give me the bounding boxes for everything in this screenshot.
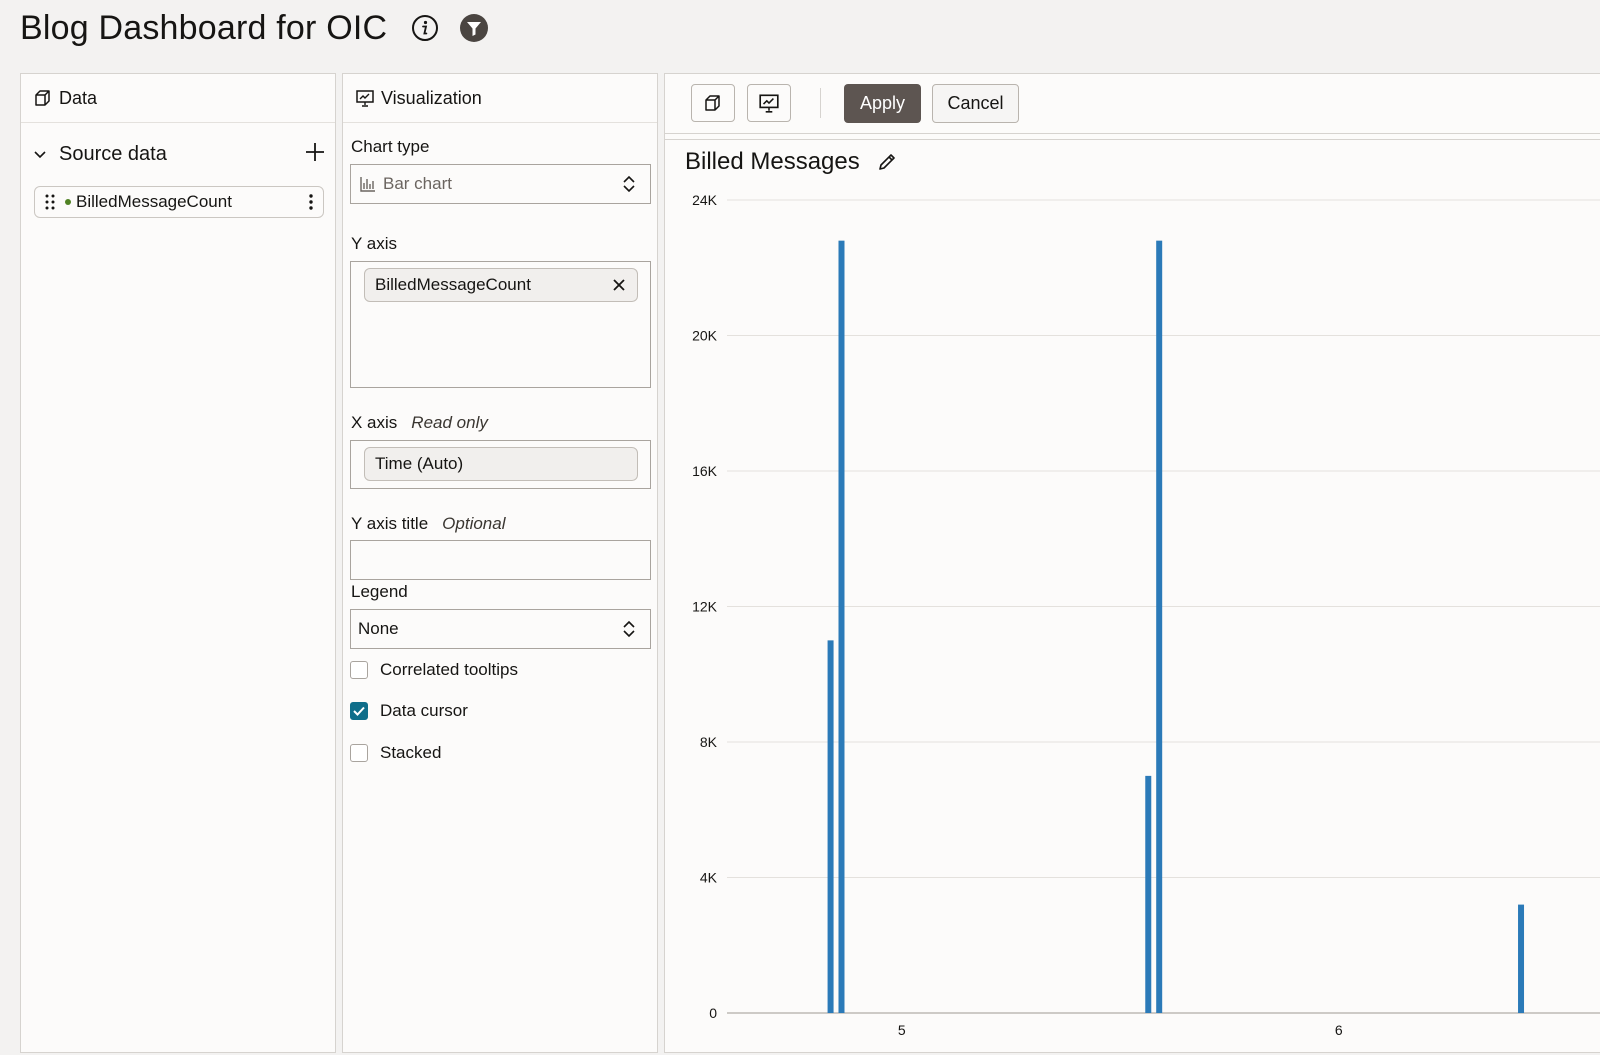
info-icon[interactable] — [411, 14, 439, 42]
chart-area: 0 4K 8K 12K 16K 20K 24K 5 6 Billed Messages — [665, 139, 1600, 1055]
drag-handle-icon[interactable] — [41, 192, 59, 212]
presentation-chart-icon — [759, 94, 779, 113]
y-axis-label: Y axis — [351, 234, 397, 253]
data-panel-header: Data — [21, 74, 335, 123]
pencil-icon[interactable] — [876, 151, 898, 173]
chart-title: Billed Messages — [685, 148, 860, 175]
x-axis-label-text: X axis — [351, 413, 398, 432]
x-axis-field-value: Time (Auto) — [375, 454, 464, 473]
y-tick-label: 24K — [692, 192, 718, 208]
bar — [1145, 775, 1152, 1013]
y-axis-title-label: Y axis title Optional — [351, 514, 506, 534]
visualization-panel-title: Visualization — [381, 87, 482, 108]
legend-value: None — [358, 619, 399, 638]
presentation-chart-icon — [355, 88, 375, 108]
chart-type-select[interactable]: Bar chart — [350, 164, 651, 204]
legend-label: Legend — [351, 582, 408, 601]
stacked-option[interactable]: Stacked — [350, 743, 441, 763]
x-tick-label: 6 — [1335, 1022, 1343, 1038]
more-options-icon[interactable] — [303, 192, 319, 212]
data-panel: Data Source data BilledMessageCount — [20, 73, 336, 1053]
bar-chart: 0 4K 8K 12K 16K 20K 24K 5 6 — [692, 192, 1600, 1038]
page-title: Blog Dashboard for OIC — [20, 8, 388, 47]
bar — [838, 240, 845, 1013]
y-axis-field-chip[interactable]: BilledMessageCount — [364, 268, 638, 302]
chart-preview-panel: Apply Cancel 0 4K 8K 12K 16K 20K 24K 5 6 Billed … — [664, 73, 1600, 1053]
y-axis-title-input[interactable] — [350, 540, 651, 580]
data-cursor-checkbox[interactable] — [350, 702, 368, 720]
chart-toolbar: Apply Cancel — [665, 74, 1600, 134]
chart-type-label: Chart type — [351, 137, 430, 156]
stacked-label: Stacked — [380, 743, 442, 762]
bar-chart-icon — [359, 175, 377, 193]
chart-type-value: Bar chart — [383, 174, 452, 193]
x-tick-label: 5 — [898, 1022, 906, 1038]
y-tick-label: 8K — [700, 734, 718, 750]
data-cursor-label: Data cursor — [380, 701, 468, 720]
bar — [827, 640, 834, 1013]
close-icon[interactable] — [611, 277, 627, 293]
visualization-view-button[interactable] — [747, 84, 791, 122]
field-status-dot — [65, 199, 71, 205]
y-tick-label: 16K — [692, 463, 718, 479]
field-billed-message-count[interactable]: BilledMessageCount — [34, 186, 324, 218]
data-view-button[interactable] — [691, 84, 735, 122]
visualization-panel: Visualization Chart type Bar chart Y axi… — [342, 73, 658, 1053]
correlated-tooltips-checkbox[interactable] — [350, 661, 368, 679]
cube-icon — [33, 88, 53, 108]
y-tick-label: 0 — [709, 1005, 717, 1021]
page-header: Blog Dashboard for OIC — [0, 0, 1600, 56]
bar — [1156, 240, 1163, 1013]
x-axis-field: Time (Auto) — [350, 440, 651, 489]
chevron-down-icon[interactable] — [33, 147, 47, 161]
checkmark-icon — [353, 706, 365, 716]
y-tick-label: 12K — [692, 599, 718, 615]
bar — [1518, 904, 1525, 1013]
cube-icon — [705, 95, 720, 111]
filter-icon[interactable] — [459, 13, 489, 43]
legend-select[interactable]: None — [350, 609, 651, 649]
correlated-tooltips-option[interactable]: Correlated tooltips — [350, 660, 518, 680]
source-data-row[interactable]: Source data — [33, 140, 327, 168]
y-axis-dropzone[interactable]: BilledMessageCount — [350, 261, 651, 388]
y-tick-label: 20K — [692, 328, 718, 344]
visualization-panel-header: Visualization — [343, 74, 657, 123]
chart-title-row: Billed Messages — [685, 148, 898, 176]
x-axis-label: X axis Read only — [351, 413, 488, 433]
data-cursor-option[interactable]: Data cursor — [350, 701, 468, 721]
field-name: BilledMessageCount — [76, 192, 232, 211]
y-axis-title-label-text: Y axis title — [351, 514, 429, 533]
source-data-label: Source data — [59, 142, 167, 165]
apply-button[interactable]: Apply — [844, 84, 921, 123]
y-axis-field-name: BilledMessageCount — [375, 275, 531, 294]
stacked-checkbox[interactable] — [350, 744, 368, 762]
x-axis-field-chip: Time (Auto) — [364, 447, 638, 481]
select-updown-icon — [622, 619, 636, 639]
y-axis-title-optional-note: Optional — [442, 514, 506, 533]
correlated-tooltips-label: Correlated tooltips — [380, 660, 518, 679]
toolbar-divider — [820, 88, 821, 118]
data-panel-title: Data — [59, 87, 98, 108]
select-updown-icon — [622, 174, 636, 194]
cancel-button[interactable]: Cancel — [932, 84, 1019, 123]
x-axis-readonly-note: Read only — [411, 413, 488, 432]
y-tick-label: 4K — [700, 870, 718, 886]
y-axis-title-value — [351, 541, 367, 561]
add-icon[interactable] — [303, 140, 327, 164]
